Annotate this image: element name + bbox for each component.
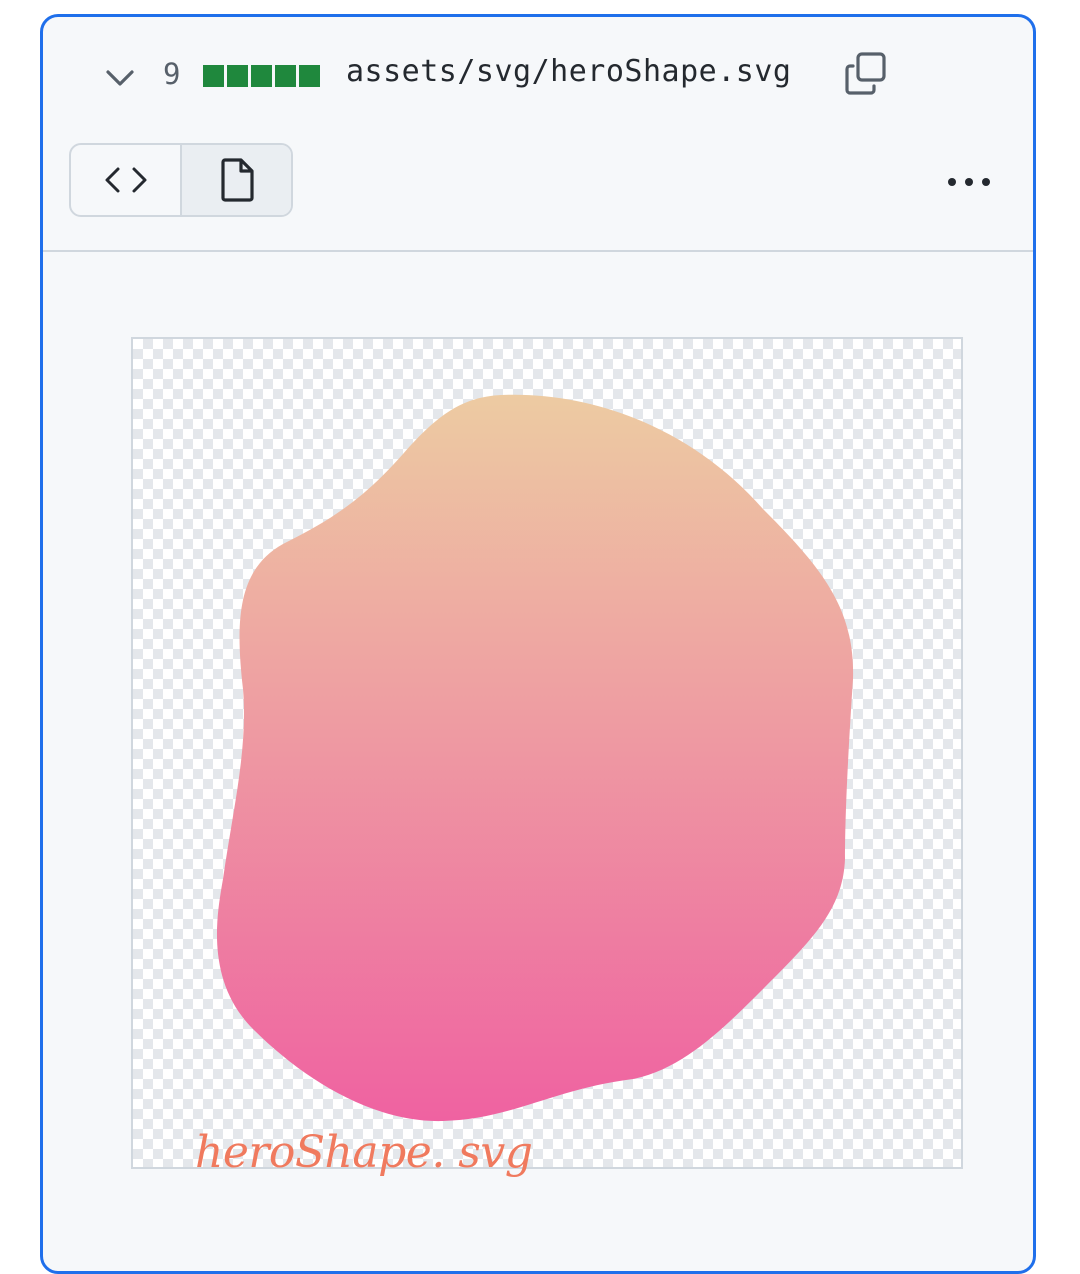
file-path-link[interactable]: assets/svg/heroShape.svg	[346, 54, 791, 89]
header-divider	[43, 250, 1033, 252]
rich-view-button[interactable]	[182, 145, 291, 215]
changes-count: 9	[163, 57, 181, 91]
source-view-button[interactable]	[71, 145, 182, 215]
preview-caption: heroShape. svg	[195, 1127, 533, 1178]
diffstat-block	[275, 65, 296, 87]
file-diff-card: 9 assets/svg/heroShape.svg heroShape. sv…	[40, 14, 1036, 1274]
copy-icon[interactable]	[843, 51, 889, 97]
diffstat-block	[251, 65, 272, 87]
code-icon	[105, 167, 146, 193]
diffstat-block	[227, 65, 248, 87]
diffstat-bar	[203, 65, 320, 87]
view-toggle	[69, 143, 293, 217]
file-header: 9 assets/svg/heroShape.svg	[43, 17, 1033, 137]
chevron-down-icon[interactable]	[103, 61, 137, 95]
file-icon	[220, 158, 254, 202]
svg-preview	[131, 337, 963, 1169]
diffstat-block	[203, 65, 224, 87]
hero-shape-blob	[216, 394, 854, 1122]
diffstat-block	[299, 65, 320, 87]
kebab-horizontal-icon[interactable]	[939, 167, 999, 197]
